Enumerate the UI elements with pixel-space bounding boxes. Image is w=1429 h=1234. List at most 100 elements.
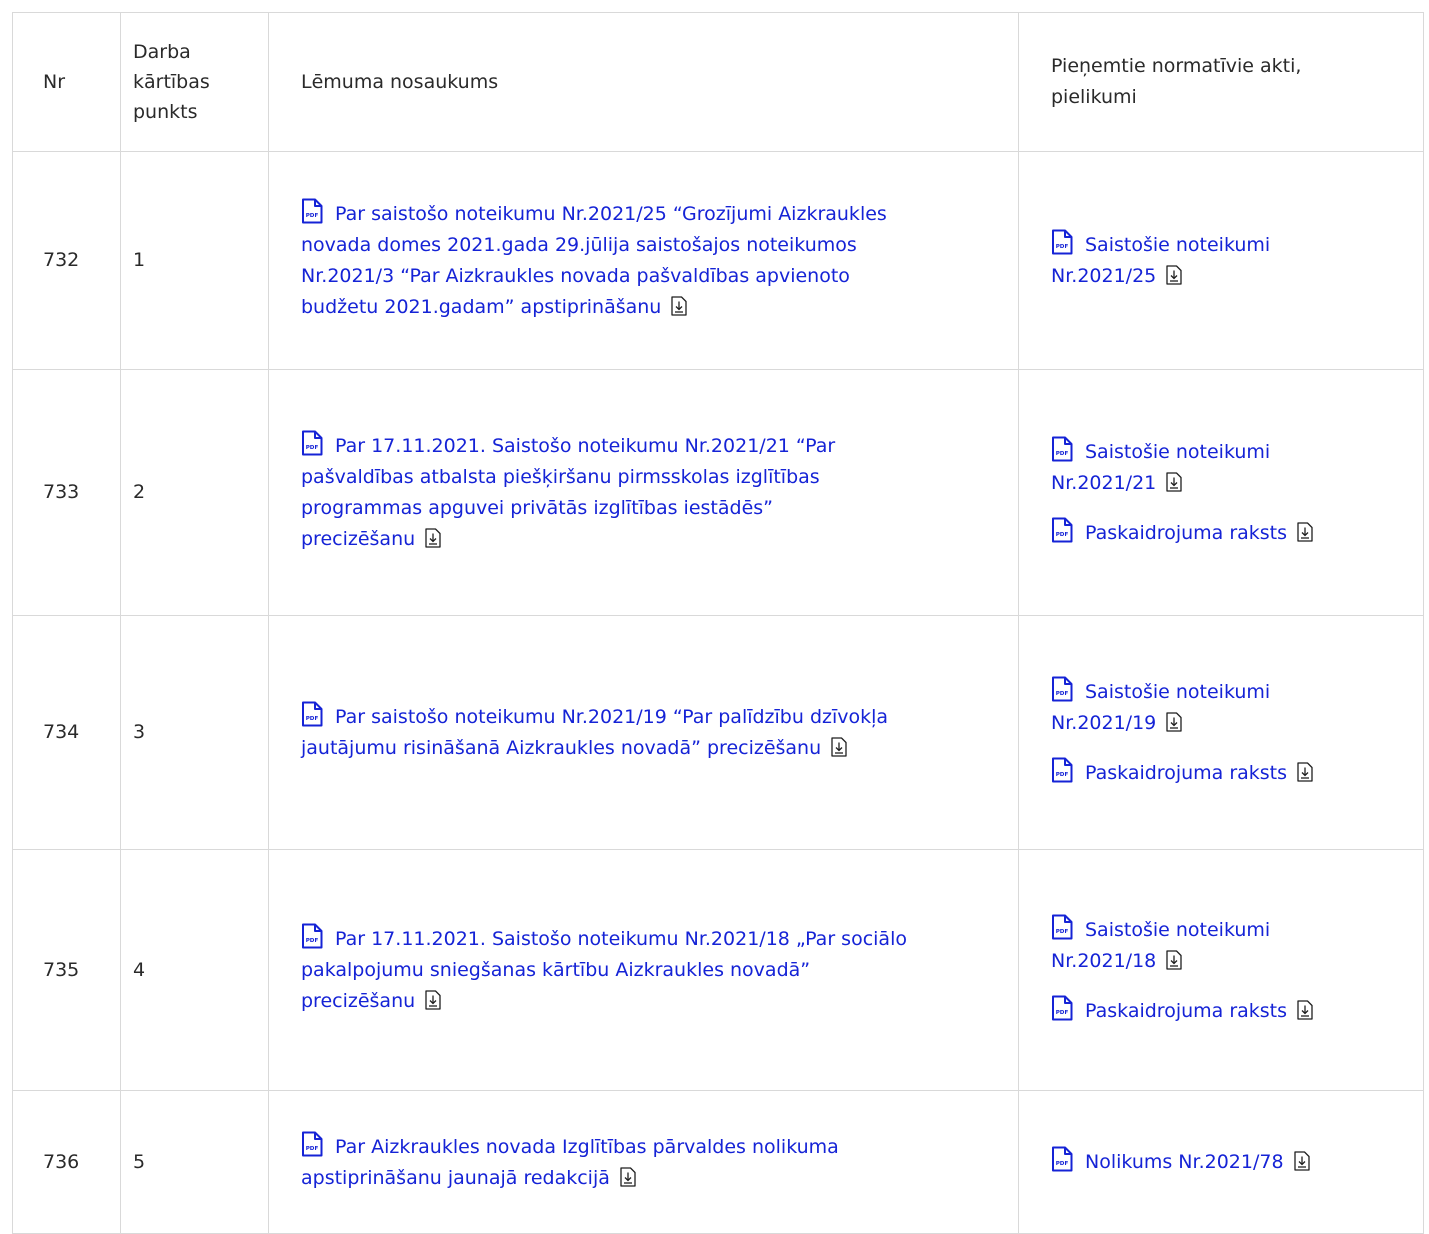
download-icon[interactable] — [1166, 472, 1182, 492]
adopted-act-text: Saistošie noteikumi — [1085, 234, 1271, 256]
decision-title-link[interactable]: PDF Par 17.11.2021. Saistošo noteikumu Nr… — [301, 430, 1010, 555]
decision-title-text: apstiprināšanu jaunajā redakcijā — [301, 1166, 610, 1189]
decision-title-text: Par Aizkraukles novada Izglītības pārval… — [335, 1135, 839, 1158]
adopted-act-item: PDF Saistošie noteikumi Nr.2021/18 — [1051, 914, 1415, 977]
pdf-badge-text: PDF — [306, 213, 319, 219]
download-icon[interactable] — [620, 1166, 636, 1187]
download-icon[interactable] — [1293, 1151, 1310, 1171]
adopted-act-item: PDF Paskaidrojuma raksts — [1051, 517, 1415, 549]
decision-title-cell: PDF Par 17.11.2021. Saistošo noteikumu Nr… — [268, 369, 1019, 616]
download-icon[interactable] — [1166, 265, 1182, 285]
pdf-file-icon: PDF — [1051, 517, 1073, 543]
adopted-act-text: Saistošie noteikumi — [1085, 918, 1271, 941]
decision-number: 734 — [12, 615, 121, 850]
adopted-act-link[interactable]: PDF Saistošie noteikumi Nr.2021/25 — [1051, 229, 1415, 292]
table-row: 733 2 PDF Par 17.11.2021. Saistošo noteikum… — [12, 369, 1424, 616]
adopted-act-text: Nolikums Nr.2021/78 — [1085, 1151, 1284, 1173]
pdf-badge-text: PDF — [1056, 451, 1069, 457]
decision-title-cell: PDF Par saistošo noteikumu Nr.2021/25 “Gr… — [268, 151, 1019, 370]
adopted-acts-cell: PDF Saistošie noteikumi Nr.2021/18 PDF Paska… — [1018, 849, 1424, 1091]
decision-number: 736 — [12, 1090, 121, 1234]
download-icon[interactable] — [1166, 712, 1182, 732]
download-icon[interactable] — [1166, 949, 1182, 970]
adopted-act-item: PDF Saistošie noteikumi Nr.2021/21 — [1051, 436, 1415, 499]
adopted-acts-cell: PDF Saistošie noteikumi Nr.2021/19 PDF Paska… — [1018, 615, 1424, 850]
download-icon[interactable] — [831, 737, 847, 757]
header-decision-title: Lēmuma nosaukums — [268, 12, 1019, 152]
adopted-act-link[interactable]: PDF Saistošie noteikumi Nr.2021/21 — [1051, 436, 1415, 499]
decision-title-text: Par 17.11.2021. Saistošo noteikumu Nr.20… — [335, 928, 907, 950]
pdf-file-icon: PDF — [301, 923, 323, 949]
adopted-act-link[interactable]: PDF Paskaidrojuma raksts — [1051, 995, 1415, 1027]
decision-title-link[interactable]: PDF Par 17.11.2021. Saistošo noteikumu Nr… — [301, 923, 1010, 1017]
download-icon[interactable] — [1297, 762, 1313, 782]
table-row: 735 4 PDF Par 17.11.2021. Saistošo noteikum… — [12, 849, 1424, 1091]
pdf-file-icon: PDF — [1051, 676, 1073, 702]
agenda-point: 4 — [120, 849, 269, 1091]
adopted-act-link[interactable]: PDF Nolikums Nr.2021/78 — [1051, 1146, 1415, 1178]
decision-number: 735 — [12, 849, 121, 1091]
download-icon[interactable] — [671, 296, 687, 316]
adopted-act-item: PDF Saistošie noteikumi Nr.2021/25 — [1051, 229, 1415, 292]
table-row: 734 3 PDF Par saistošo noteikumu Nr.2021/19… — [12, 615, 1424, 850]
adopted-act-link[interactable]: PDF Saistošie noteikumi Nr.2021/18 — [1051, 914, 1415, 977]
decision-number: 733 — [12, 369, 121, 616]
pdf-file-icon: PDF — [301, 1131, 323, 1157]
adopted-act-item: PDF Saistošie noteikumi Nr.2021/19 — [1051, 676, 1415, 739]
table-header: Nr Darba kārtības punkts Lēmuma nosaukum… — [12, 12, 1424, 152]
adopted-act-text: Saistošie noteikumi — [1085, 441, 1271, 463]
adopted-act-text: Nr.2021/25 — [1051, 265, 1157, 287]
pdf-file-icon: PDF — [1051, 914, 1073, 940]
header-nr: Nr — [12, 12, 121, 152]
pdf-file-icon: PDF — [301, 430, 323, 456]
decision-title-text: pakalpojumu sniegšanas kārtību Aizkraukl… — [301, 959, 811, 981]
decision-title-text: Par saistošo noteikumu Nr.2021/19 “Par p… — [335, 706, 889, 728]
adopted-act-item: PDF Nolikums Nr.2021/78 — [1051, 1146, 1415, 1178]
pdf-badge-text: PDF — [306, 1146, 319, 1152]
adopted-act-text: Saistošie noteikumi — [1085, 681, 1271, 703]
adopted-act-text: Nr.2021/21 — [1051, 472, 1157, 494]
pdf-file-icon: PDF — [301, 198, 323, 224]
pdf-file-icon: PDF — [1051, 436, 1073, 462]
adopted-act-link[interactable]: PDF Saistošie noteikumi Nr.2021/19 — [1051, 676, 1415, 739]
adopted-act-text: Nr.2021/18 — [1051, 949, 1157, 972]
header-agenda-point-line: Darba — [133, 41, 191, 63]
adopted-act-text: Paskaidrojuma raksts — [1085, 999, 1288, 1022]
decision-title-text: Par saistošo noteikumu Nr.2021/25 “Grozī… — [335, 203, 887, 225]
adopted-act-text: Nr.2021/19 — [1051, 712, 1157, 734]
pdf-file-icon: PDF — [301, 701, 323, 727]
decision-title-text: programmas apguvei privātās izglītības i… — [301, 497, 774, 519]
agenda-point: 5 — [120, 1090, 269, 1234]
decision-title-text: precizēšanu — [301, 528, 416, 550]
decisions-table: Nr Darba kārtības punkts Lēmuma nosaukum… — [12, 12, 1424, 1234]
header-agenda-point: Darba kārtības punkts — [120, 12, 269, 152]
download-icon[interactable] — [425, 528, 441, 548]
pdf-badge-text: PDF — [1056, 1010, 1069, 1016]
download-icon[interactable] — [1297, 999, 1313, 1020]
decision-title-text: Nr.2021/3 “Par Aizkraukles novada pašval… — [301, 265, 850, 287]
table-body: 732 1 PDF Par saistošo noteikumu Nr.2021/25… — [12, 151, 1424, 1234]
pdf-file-icon: PDF — [1051, 995, 1073, 1021]
download-icon[interactable] — [425, 990, 441, 1010]
decision-title-text: Par 17.11.2021. Saistošo noteikumu Nr.20… — [335, 435, 836, 457]
adopted-acts-cell: PDF Saistošie noteikumi Nr.2021/25 — [1018, 151, 1424, 370]
pdf-badge-text: PDF — [1056, 244, 1069, 250]
pdf-badge-text: PDF — [306, 445, 319, 451]
decision-title-text: novada domes 2021.gada 29.jūlija saistoš… — [301, 234, 857, 256]
decision-title-link[interactable]: PDF Par saistošo noteikumu Nr.2021/25 “Gr… — [301, 198, 1010, 323]
adopted-act-link[interactable]: PDF Paskaidrojuma raksts — [1051, 757, 1415, 789]
pdf-badge-text: PDF — [1056, 929, 1069, 935]
decision-title-link[interactable]: PDF Par saistošo noteikumu Nr.2021/19 “Pa… — [301, 701, 1010, 764]
pdf-badge-text: PDF — [1056, 532, 1069, 538]
agenda-point: 2 — [120, 369, 269, 616]
header-agenda-point-line: kārtības — [133, 71, 210, 93]
header-row: Nr Darba kārtības punkts Lēmuma nosaukum… — [12, 12, 1424, 152]
adopted-act-link[interactable]: PDF Paskaidrojuma raksts — [1051, 517, 1415, 549]
decision-title-text: budžetu 2021.gadam” apstiprināšanu — [301, 296, 662, 318]
decision-title-link[interactable]: PDF Par Aizkraukles novada Izglītības pār… — [301, 1131, 1010, 1194]
download-icon[interactable] — [1297, 522, 1313, 542]
decision-title-cell: PDF Par saistošo noteikumu Nr.2021/19 “Pa… — [268, 615, 1019, 850]
agenda-point: 3 — [120, 615, 269, 850]
decision-number: 732 — [12, 151, 121, 370]
pdf-file-icon: PDF — [1051, 229, 1073, 255]
